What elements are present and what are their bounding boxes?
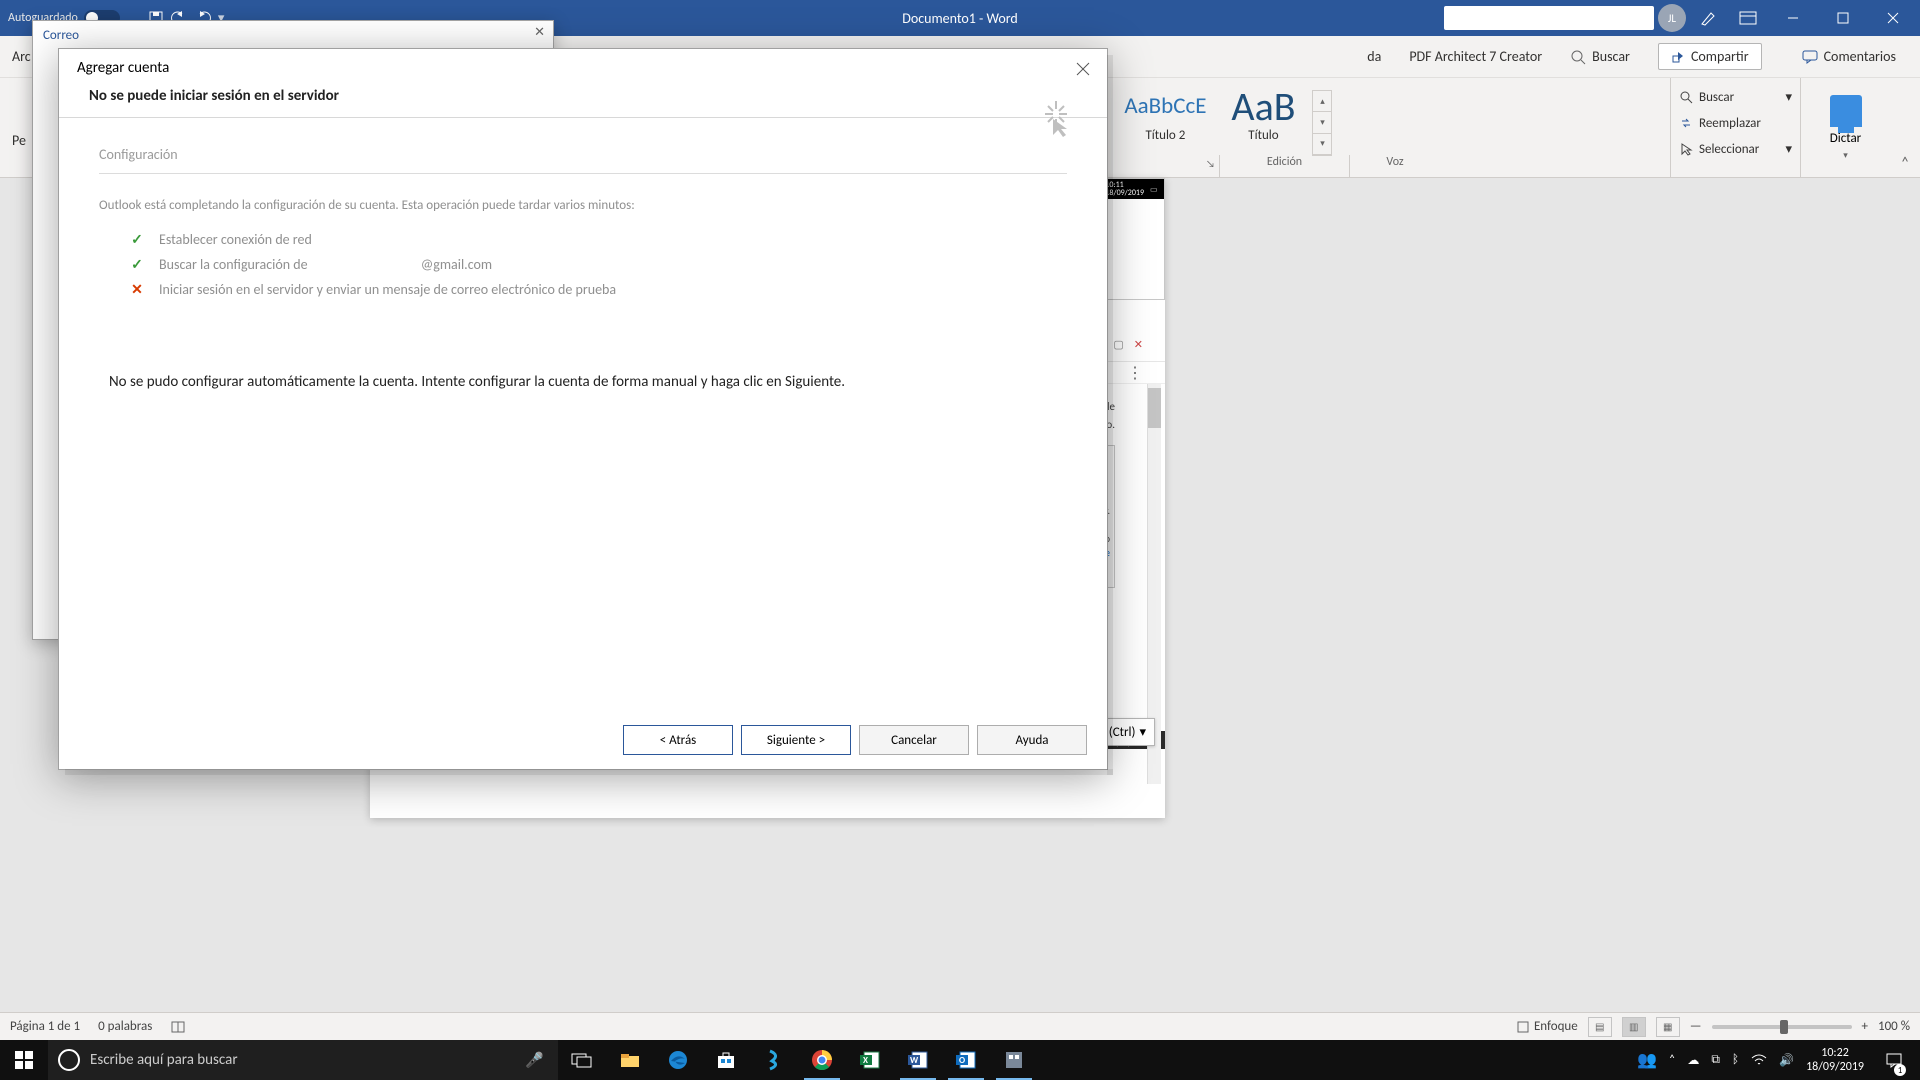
add-account-dialog: Agregar cuenta No se puede iniciar sesió… xyxy=(58,48,1108,770)
busy-cursor-icon xyxy=(1039,99,1073,137)
step-network: ✓Establecer conexión de red xyxy=(129,231,1067,248)
svg-text:X: X xyxy=(863,1055,868,1066)
print-layout-icon[interactable]: ▥ xyxy=(1622,1017,1646,1037)
word-icon[interactable]: W xyxy=(894,1040,942,1080)
mic-icon[interactable]: 🎤 xyxy=(525,1051,544,1070)
onedrive-icon[interactable]: ☁ xyxy=(1687,1053,1699,1068)
comments-button[interactable]: Comentarios xyxy=(1790,44,1908,69)
error-icon: ✕ xyxy=(129,281,145,298)
styles-launcher-icon[interactable]: ↘ xyxy=(1206,157,1215,170)
styles-scroll[interactable]: ▴▾▾ xyxy=(1312,90,1332,156)
tab-pdf-architect[interactable]: PDF Architect 7 Creator xyxy=(1409,48,1542,65)
zoom-level[interactable]: 100 % xyxy=(1878,1019,1910,1034)
excel-icon[interactable]: X xyxy=(846,1040,894,1080)
focus-mode[interactable]: Enfoque xyxy=(1516,1019,1578,1034)
taskbar-clock[interactable]: 10:2218/09/2019 xyxy=(1806,1046,1864,1075)
config-section-title: Configuración xyxy=(99,146,1067,174)
word-count[interactable]: 0 palabras xyxy=(98,1019,152,1034)
next-button[interactable]: Siguiente > xyxy=(741,725,851,755)
ribbon-mode-icon[interactable] xyxy=(1730,0,1766,36)
start-button[interactable] xyxy=(0,1040,48,1080)
replace-button[interactable]: Reemplazar xyxy=(1679,110,1792,136)
file-explorer-icon[interactable] xyxy=(606,1040,654,1080)
action-center-icon[interactable]: 1 xyxy=(1876,1040,1912,1080)
coming-soon-icon[interactable] xyxy=(1690,0,1726,36)
zoom-out[interactable]: — xyxy=(1690,1019,1702,1034)
zoom-in[interactable]: + xyxy=(1862,1019,1868,1034)
step-search-config: ✓Buscar la configuración de @gmail.com xyxy=(129,256,1067,273)
check-icon: ✓ xyxy=(129,231,145,248)
tab-ayuda-cut[interactable]: da xyxy=(1367,48,1381,65)
web-layout-icon[interactable]: ▦ xyxy=(1656,1017,1680,1037)
fail-message: No se pudo configurar automáticamente la… xyxy=(109,372,879,392)
step-login-server: ✕Iniciar sesión en el servidor y enviar … xyxy=(129,281,1067,298)
wifi-icon[interactable] xyxy=(1751,1054,1767,1066)
maximize-button[interactable] xyxy=(1820,0,1866,36)
page-indicator[interactable]: Página 1 de 1 xyxy=(10,1019,80,1034)
app-icon-grey[interactable] xyxy=(990,1040,1038,1080)
dialog-close-button[interactable] xyxy=(1071,57,1095,81)
close-icon[interactable]: ✕ xyxy=(534,25,545,40)
svg-text:O: O xyxy=(959,1055,965,1066)
voice-group-label: Voz xyxy=(1350,155,1440,177)
paste-label-cut: Pe xyxy=(12,132,26,149)
bluetooth-icon[interactable]: ᛒ xyxy=(1732,1053,1739,1067)
dictate-label: Dictar xyxy=(1830,131,1861,146)
volume-icon[interactable]: 🔊 xyxy=(1779,1053,1794,1068)
edit-group-label: Edición xyxy=(1220,155,1350,177)
help-button[interactable]: Ayuda xyxy=(977,725,1087,755)
outlook-window-title: Correo xyxy=(43,28,79,43)
user-avatar[interactable]: JL xyxy=(1658,4,1686,32)
minimize-button[interactable] xyxy=(1770,0,1816,36)
style-titulo-2[interactable]: AaBbCcETítulo 2 xyxy=(1116,84,1214,148)
task-view-icon[interactable] xyxy=(558,1040,606,1080)
check-icon: ✓ xyxy=(129,256,145,273)
tray-chevron-icon[interactable]: ˄ xyxy=(1669,1053,1675,1067)
dialog-subtitle: No se puede iniciar sesión en el servido… xyxy=(59,83,1107,117)
cancel-button[interactable]: Cancelar xyxy=(859,725,969,755)
app-icon-blue[interactable] xyxy=(750,1040,798,1080)
zoom-slider[interactable] xyxy=(1712,1025,1852,1029)
style-titulo[interactable]: AaBTítulo xyxy=(1218,84,1308,148)
user-name-box[interactable] xyxy=(1444,6,1654,30)
share-button[interactable]: Compartir xyxy=(1658,43,1762,70)
microphone-icon xyxy=(1830,95,1862,127)
tab-archivo-cut[interactable]: Arc xyxy=(12,48,31,65)
status-bar: Página 1 de 1 0 palabras Enfoque ▤ ▥ ▦ —… xyxy=(0,1012,1920,1040)
dropbox-icon[interactable]: ⧉ xyxy=(1711,1053,1720,1067)
store-icon[interactable] xyxy=(702,1040,750,1080)
proofing-icon[interactable] xyxy=(170,1019,188,1035)
back-button[interactable]: < Atrás xyxy=(623,725,733,755)
outlook-icon[interactable]: O xyxy=(942,1040,990,1080)
read-mode-icon[interactable]: ▤ xyxy=(1588,1017,1612,1037)
document-title: Documento1 - Word xyxy=(902,10,1018,27)
config-intro: Outlook está completando la configuració… xyxy=(99,198,1067,213)
close-button[interactable] xyxy=(1870,0,1916,36)
svg-text:W: W xyxy=(910,1055,919,1066)
cortana-icon xyxy=(58,1049,80,1071)
chrome-icon[interactable] xyxy=(798,1040,846,1080)
people-icon[interactable]: 👥 xyxy=(1637,1050,1657,1070)
taskbar-search[interactable]: Escribe aquí para buscar 🎤 xyxy=(48,1040,558,1080)
find-button[interactable]: Buscar▾ xyxy=(1679,84,1792,110)
windows-taskbar: Escribe aquí para buscar 🎤 X W O 👥 ˄ ☁ ⧉… xyxy=(0,1040,1920,1080)
search-placeholder: Escribe aquí para buscar xyxy=(90,1051,238,1069)
tell-me-search[interactable]: Buscar xyxy=(1570,48,1630,65)
dialog-title: Agregar cuenta xyxy=(77,59,169,77)
edge-icon[interactable] xyxy=(654,1040,702,1080)
